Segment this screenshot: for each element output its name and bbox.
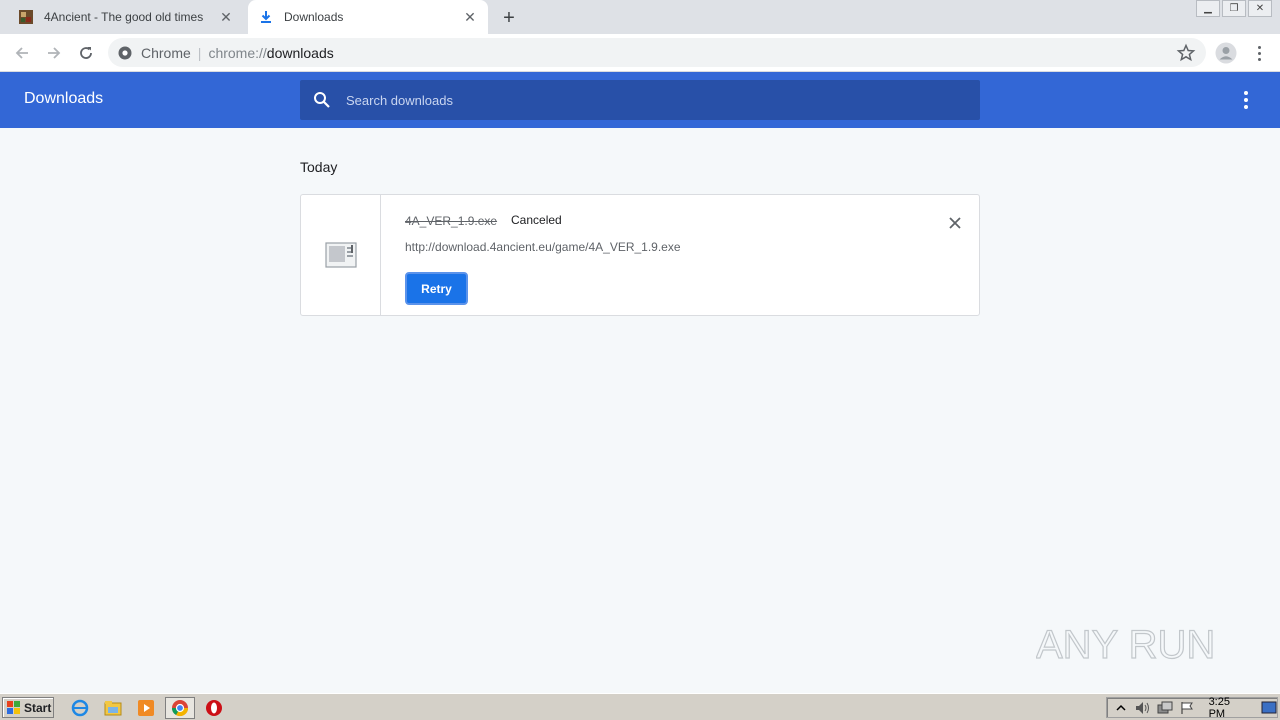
close-tab-icon[interactable]: ✕ <box>218 9 234 25</box>
tab-title: Downloads <box>284 10 344 24</box>
download-status: Canceled <box>511 213 562 227</box>
network-icon[interactable] <box>1157 700 1173 716</box>
search-box[interactable] <box>300 80 980 120</box>
tab-4ancient[interactable]: 4Ancient - The good old times ✕ <box>8 0 244 34</box>
ie-icon[interactable] <box>70 698 90 718</box>
section-date: Today <box>300 159 338 175</box>
clock: 3:25 PM <box>1208 695 1230 720</box>
taskbar: Start 3:25 PM <box>0 693 1280 720</box>
close-tab-icon[interactable]: ✕ <box>462 9 478 25</box>
bookmark-star-icon[interactable] <box>1176 43 1196 63</box>
profile-avatar-icon[interactable] <box>1215 42 1237 64</box>
url-scheme: chrome:// <box>208 44 267 61</box>
site-chip: Chrome <box>141 44 191 61</box>
download-item: 4A_VER_1.9.exe Canceled http://download.… <box>300 194 980 316</box>
show-desktop-icon[interactable] <box>1261 700 1277 716</box>
action-center-flag-icon[interactable] <box>1179 700 1195 716</box>
downloads-header: Downloads <box>0 72 1280 128</box>
tab-downloads[interactable]: Downloads ✕ <box>248 0 488 34</box>
tab-strip: 4Ancient - The good old times ✕ Download… <box>0 0 1280 34</box>
back-button[interactable] <box>10 41 34 65</box>
chrome-site-icon <box>118 46 132 59</box>
chrome-menu-icon[interactable] <box>1250 42 1268 64</box>
chrome-icon[interactable] <box>165 697 195 719</box>
anyrun-watermark: ANY RUN <box>1035 608 1236 678</box>
file-icon <box>324 242 357 268</box>
windows-flag-icon <box>7 700 20 714</box>
media-player-icon[interactable] <box>136 698 156 718</box>
url-host: downloads <box>266 44 334 61</box>
watermark-text: ANY RUN <box>1036 623 1215 667</box>
minimize-button[interactable]: ▁ <box>1196 0 1220 17</box>
show-hidden-icons-icon[interactable] <box>1113 700 1129 716</box>
opera-icon[interactable] <box>204 698 224 718</box>
new-tab-button[interactable]: + <box>498 7 520 29</box>
system-tray: 3:25 PM <box>1106 695 1278 720</box>
tab-title: 4Ancient - The good old times <box>44 10 204 24</box>
download-icon <box>258 9 274 25</box>
browser-toolbar: Chrome | chrome://downloads <box>0 34 1280 72</box>
volume-icon[interactable] <box>1135 700 1151 716</box>
separator: | <box>197 44 202 61</box>
reload-button[interactable] <box>74 41 98 65</box>
forward-arrow-icon <box>48 47 61 59</box>
game-favicon-icon <box>18 9 34 25</box>
restore-button[interactable]: ❐ <box>1222 0 1246 17</box>
file-name[interactable]: 4A_VER_1.9.exe <box>405 214 497 228</box>
download-url[interactable]: http://download.4ancient.eu/game/4A_VER_… <box>405 240 681 254</box>
file-icon-column <box>301 195 381 315</box>
more-actions-icon[interactable] <box>1236 89 1256 111</box>
retry-button[interactable]: Retry <box>405 272 468 305</box>
address-bar[interactable]: Chrome | chrome://downloads <box>108 38 1206 67</box>
downloads-list: Today 4A_VER_1.9.exe Canceled http://dow… <box>0 128 1280 693</box>
explorer-icon[interactable] <box>103 698 123 718</box>
start-button[interactable]: Start <box>2 697 54 718</box>
reload-icon <box>80 47 92 59</box>
window-controls: ▁ ❐ ✕ <box>1194 0 1272 18</box>
close-window-button[interactable]: ✕ <box>1248 0 1272 17</box>
forward-button[interactable] <box>42 41 66 65</box>
remove-item-icon[interactable] <box>945 213 965 233</box>
start-label: Start <box>24 700 52 715</box>
page-title: Downloads <box>24 90 104 107</box>
back-arrow-icon <box>15 47 28 59</box>
search-input[interactable] <box>346 92 946 108</box>
search-icon <box>314 92 330 108</box>
